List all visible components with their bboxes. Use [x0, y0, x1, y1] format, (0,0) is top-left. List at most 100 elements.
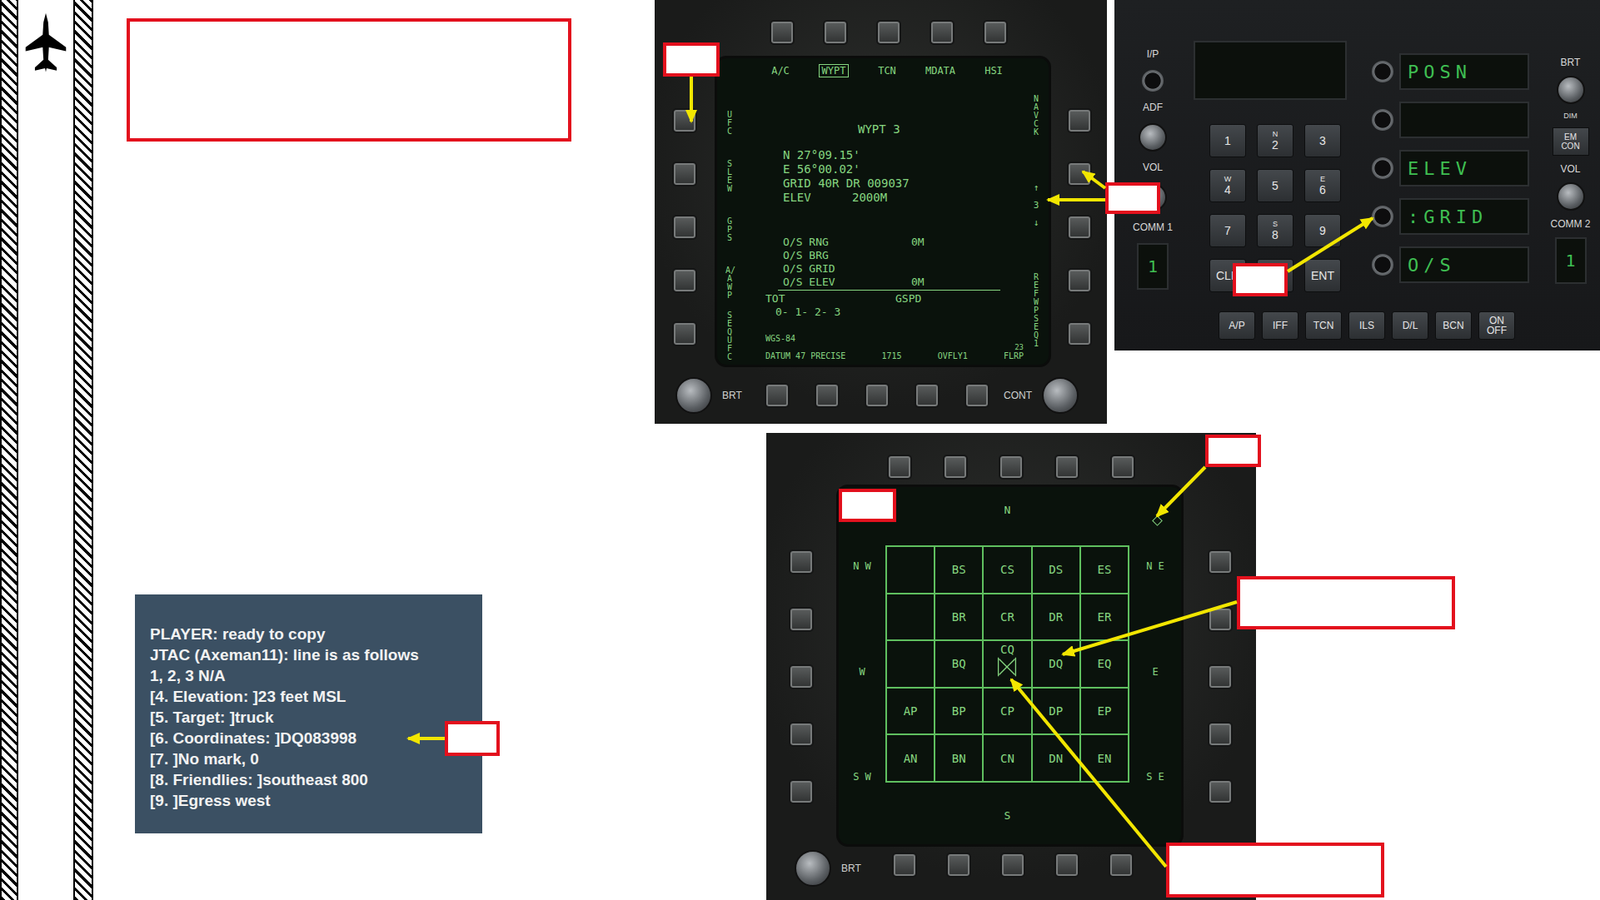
pushbutton[interactable]: [1066, 321, 1092, 347]
function-button[interactable]: ILS: [1348, 311, 1386, 340]
pushbutton[interactable]: [964, 383, 990, 409]
pushbutton[interactable]: [1207, 607, 1233, 633]
function-button[interactable]: IFF: [1261, 311, 1299, 340]
option-select-button[interactable]: [1371, 205, 1394, 228]
sequence-label[interactable]: REF WP SEQ1: [1031, 273, 1041, 349]
pushbutton[interactable]: [822, 19, 848, 45]
pushbutton[interactable]: [1000, 852, 1026, 878]
pushbutton[interactable]: [998, 454, 1024, 480]
grid-square[interactable]: CN: [982, 734, 1032, 783]
pushbutton[interactable]: [887, 454, 913, 480]
keypad-key[interactable]: 9: [1304, 214, 1341, 248]
function-button[interactable]: D/L: [1391, 311, 1429, 340]
pushbutton[interactable]: [864, 383, 890, 409]
pushbutton[interactable]: [982, 19, 1008, 45]
grid-square[interactable]: DQ: [1031, 640, 1081, 688]
page-option[interactable]: A/C: [753, 64, 808, 77]
grid-square[interactable]: BQ: [934, 640, 983, 688]
up-arrow-icon[interactable]: ↑: [1033, 183, 1040, 193]
keypad-key[interactable]: 5: [1256, 169, 1294, 203]
keypad-key[interactable]: S 8: [1256, 214, 1294, 248]
grid-square[interactable]: [886, 593, 935, 642]
footer-option[interactable]: 1715: [881, 351, 902, 362]
comm2-knob[interactable]: [1556, 182, 1586, 211]
pushbutton[interactable]: [1066, 161, 1092, 187]
flrp-option[interactable]: 23FLRP: [1003, 343, 1024, 362]
emcon-button[interactable]: EM CON: [1552, 127, 1590, 156]
function-button[interactable]: A/P: [1218, 311, 1256, 340]
grid-square[interactable]: BS: [934, 546, 983, 594]
grid-square[interactable]: ER: [1080, 593, 1129, 642]
pushbutton[interactable]: [672, 108, 698, 134]
footer-option[interactable]: DATUM 47 PRECISE: [765, 351, 846, 362]
ip-button[interactable]: [1141, 69, 1164, 92]
pushbutton[interactable]: [946, 852, 972, 878]
keypad-key[interactable]: 7: [1209, 214, 1247, 248]
pushbutton[interactable]: [1066, 108, 1092, 134]
pushbutton[interactable]: [814, 383, 840, 409]
pushbutton[interactable]: [942, 454, 968, 480]
pushbutton[interactable]: [1108, 852, 1134, 878]
side-option[interactable]: GPS: [725, 203, 734, 257]
pushbutton[interactable]: [1066, 214, 1092, 240]
grid-square[interactable]: AN: [886, 734, 935, 783]
grid-square[interactable]: [886, 546, 935, 594]
keypad-key[interactable]: 3: [1304, 124, 1341, 158]
grid-square[interactable]: BN: [934, 734, 983, 783]
option-select-button[interactable]: [1371, 157, 1394, 180]
keypad-key[interactable]: 1: [1209, 124, 1247, 158]
nav-check-label[interactable]: NAV CK: [1031, 94, 1041, 137]
grid-square[interactable]: BR: [934, 593, 983, 642]
grid-square[interactable]: EN: [1080, 734, 1129, 783]
pushbutton[interactable]: [1066, 268, 1092, 294]
pushbutton[interactable]: [892, 852, 918, 878]
pushbutton[interactable]: [769, 19, 795, 45]
grid-square[interactable]: AP: [886, 687, 935, 736]
page-option[interactable]: HSI: [966, 64, 1021, 77]
footer-option[interactable]: OVFLY1: [937, 351, 968, 362]
contrast-knob[interactable]: [1041, 377, 1079, 414]
grid-square[interactable]: BP: [934, 687, 983, 736]
keypad-key[interactable]: W 4: [1209, 169, 1247, 203]
pushbutton[interactable]: [929, 19, 955, 45]
pushbutton[interactable]: [1207, 722, 1233, 748]
grid-square[interactable]: CR: [982, 593, 1032, 642]
pushbutton[interactable]: [672, 161, 698, 187]
pushbutton[interactable]: [788, 779, 814, 805]
side-option[interactable]: A/A WP: [725, 256, 734, 310]
pushbutton[interactable]: [672, 268, 698, 294]
pushbutton[interactable]: [1207, 779, 1233, 805]
grid-square[interactable]: DN: [1031, 734, 1081, 783]
pushbutton[interactable]: [764, 383, 790, 409]
page-option[interactable]: TCN: [860, 64, 914, 77]
option-select-button[interactable]: [1371, 254, 1394, 276]
grid-square[interactable]: ES: [1080, 546, 1129, 594]
grid-square[interactable]: DP: [1031, 687, 1081, 736]
brightness-knob[interactable]: [794, 850, 832, 888]
grid-square[interactable]: EQ: [1080, 640, 1129, 688]
pushbutton[interactable]: [788, 607, 814, 633]
keypad-key[interactable]: ENT: [1304, 259, 1341, 293]
grid-square[interactable]: CQ: [982, 640, 1032, 688]
pushbutton[interactable]: [788, 549, 814, 575]
grid-square[interactable]: DR: [1031, 593, 1081, 642]
side-option[interactable]: SLEW: [725, 149, 734, 204]
grid-square[interactable]: CP: [982, 687, 1032, 736]
grid-square[interactable]: [886, 640, 935, 688]
brightness-knob[interactable]: [1556, 75, 1586, 105]
option-select-button[interactable]: [1371, 60, 1394, 83]
grid-square[interactable]: CS: [982, 546, 1032, 594]
pushbutton[interactable]: [876, 19, 902, 45]
pushbutton[interactable]: [1054, 454, 1080, 480]
grid-square[interactable]: DS: [1031, 546, 1081, 594]
pushbutton[interactable]: [1054, 852, 1080, 878]
grid-square[interactable]: EP: [1080, 687, 1129, 736]
side-option[interactable]: UFC: [725, 96, 734, 150]
function-button[interactable]: TCN: [1305, 311, 1342, 340]
function-button[interactable]: ON OFF: [1478, 311, 1516, 340]
page-option[interactable]: WYPT: [807, 64, 861, 77]
adf-switch[interactable]: [1138, 123, 1167, 152]
page-option[interactable]: MDATA: [913, 64, 967, 77]
pushbutton[interactable]: [914, 383, 940, 409]
option-select-button[interactable]: [1371, 109, 1394, 131]
